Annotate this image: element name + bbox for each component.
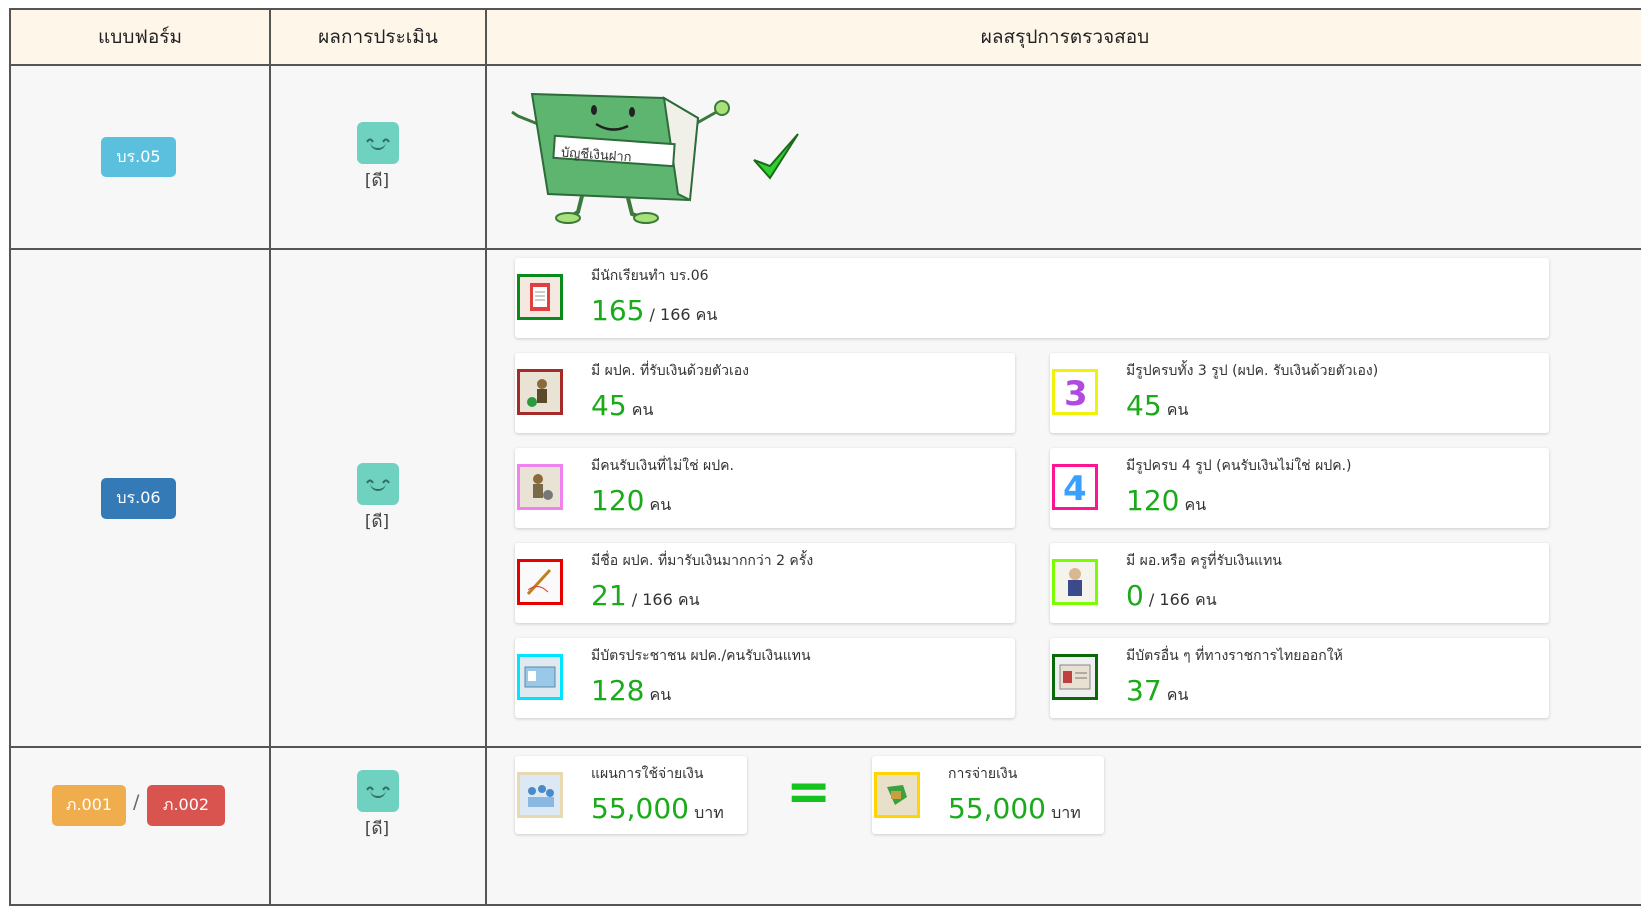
money-hand-icon	[874, 772, 920, 818]
stat-card-id-card: มีบัตรประชาชน ผปค./คนรับเงินแทน 128 คน	[515, 638, 1015, 718]
stat-card-teacher-receiver: มี ผอ.หรือ ครูที่รับเงินแทน 0 / 166 คน	[1050, 543, 1549, 623]
form-badge-br06[interactable]: บร.06	[101, 478, 176, 519]
eval-label: [ดี]	[364, 819, 390, 839]
badge-separator: /	[133, 791, 140, 813]
gov-card-icon	[1052, 654, 1098, 700]
svg-text:3: 3	[1064, 374, 1088, 412]
header-form-label: แบบฟอร์ม	[98, 26, 182, 48]
plan-people-icon	[517, 772, 563, 818]
stat-card-3-photos: 3 มีรูปครบทั้ง 3 รูป (ผปค. รับเงินด้วยตั…	[1050, 353, 1549, 433]
stat-card-students: มีนักเรียนทำ บร.06 165 / 166 คน	[515, 258, 1549, 338]
svg-text:4: 4	[1063, 469, 1087, 507]
eval-label: [ดี]	[364, 171, 390, 191]
stat-card-repeat-names: มีชื่อ ผปค. ที่มารับเงินมากกว่า 2 ครั้ง …	[515, 543, 1015, 623]
number-3-icon: 3	[1052, 369, 1098, 415]
header-evaluation-label: ผลการประเมิน	[318, 26, 438, 48]
stat-card-spending-plan: แผนการใช้จ่ายเงิน 55,000 บาท	[515, 756, 747, 834]
stat-card-other-receiver: มีคนรับเงินที่ไม่ใช่ ผปค. 120 คน	[515, 448, 1015, 528]
eval-label: [ดี]	[364, 512, 390, 532]
stat-card-gov-card: มีบัตรอื่น ๆ ที่ทางราชการไทยออกให้ 37 คน	[1050, 638, 1549, 718]
form-badge-br05[interactable]: บร.05	[101, 137, 176, 177]
form-badge-p002[interactable]: ภ.002	[147, 785, 225, 826]
number-4-icon: 4	[1052, 464, 1098, 510]
stat-card-payment: การจ่ายเงิน 55,000 บาท	[872, 756, 1104, 834]
teacher-icon	[1052, 559, 1098, 605]
header-summary: ผลสรุปการตรวจสอบ	[485, 8, 1641, 66]
smiley-good-icon	[357, 122, 399, 164]
form-badge-p001[interactable]: ภ.001	[52, 785, 126, 826]
header-form: แบบฟอร์ม	[9, 8, 271, 66]
checkmark-icon	[753, 133, 799, 180]
header-summary-label: ผลสรุปการตรวจสอบ	[980, 26, 1150, 48]
clipboard-icon	[517, 274, 563, 320]
stat-card-parent-self: มี ผปค. ที่รับเงินด้วยตัวเอง 45 คน	[515, 353, 1015, 433]
smiley-good-icon	[357, 463, 399, 505]
equals-sign: =	[786, 760, 832, 823]
parent-money-icon	[517, 369, 563, 415]
id-card-icon	[517, 654, 563, 700]
stat-card-4-photos: 4 มีรูปครบ 4 รูป (คนรับเงินไม่ใช่ ผปค.) …	[1050, 448, 1549, 528]
row-p001-form-cell	[9, 746, 271, 906]
smiley-good-icon	[357, 770, 399, 812]
stat-value: 165	[591, 294, 645, 327]
stat-title: มีนักเรียนทำ บร.06	[591, 268, 709, 284]
other-person-money-icon	[517, 464, 563, 510]
header-evaluation: ผลการประเมิน	[269, 8, 487, 66]
signature-icon	[517, 559, 563, 605]
